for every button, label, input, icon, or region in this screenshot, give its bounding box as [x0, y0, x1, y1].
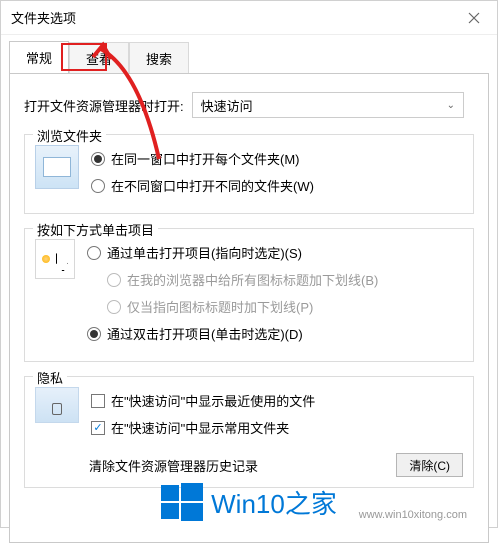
close-button[interactable] [451, 1, 497, 35]
browse-fieldset: 浏览文件夹 在同一窗口中打开每个文件夹(M) 在不同窗口中打开不同的文件夹(W) [24, 134, 474, 214]
titlebar: 文件夹选项 [1, 1, 497, 35]
folder-options-dialog: 文件夹选项 常规 查看 搜索 打开文件资源管理器时打开: 快速访问 ⌄ 浏览文件… [0, 0, 498, 528]
check-recent-files[interactable]: 在"快速访问"中显示最近使用的文件 [91, 391, 463, 410]
open-explorer-label: 打开文件资源管理器时打开: [24, 96, 184, 115]
tab-general[interactable]: 常规 [9, 41, 69, 74]
combo-value: 快速访问 [201, 96, 253, 115]
tab-search[interactable]: 搜索 [129, 42, 189, 75]
radio-underline-all: 在我的浏览器中给所有图标标题加下划线(B) [107, 270, 463, 289]
open-explorer-row: 打开文件资源管理器时打开: 快速访问 ⌄ [24, 92, 474, 118]
radio-new-window[interactable]: 在不同窗口中打开不同的文件夹(W) [91, 176, 463, 195]
privacy-fieldset: 隐私 在"快速访问"中显示最近使用的文件 ✓在"快速访问"中显示常用文件夹 清除… [24, 376, 474, 488]
tab-view[interactable]: 查看 [69, 42, 129, 75]
click-legend: 按如下方式单击项目 [33, 220, 158, 239]
radio-underline-hover: 仅当指向图标标题时加下划线(P) [107, 297, 463, 316]
clear-button[interactable]: 清除(C) [396, 453, 463, 477]
privacy-icon [35, 387, 79, 423]
radio-double-click[interactable]: 通过双击打开项目(单击时选定)(D) [87, 324, 463, 343]
browse-folder-icon [35, 145, 79, 189]
tab-panel-general: 打开文件资源管理器时打开: 快速访问 ⌄ 浏览文件夹 在同一窗口中打开每个文件夹… [9, 73, 489, 543]
cursor-icon [35, 239, 75, 279]
browse-legend: 浏览文件夹 [33, 126, 106, 145]
radio-same-window[interactable]: 在同一窗口中打开每个文件夹(M) [91, 149, 463, 168]
clear-label: 清除文件资源管理器历史记录 [89, 456, 258, 475]
dialog-title: 文件夹选项 [11, 8, 451, 27]
chevron-down-icon: ⌄ [447, 100, 455, 111]
close-icon [468, 12, 480, 24]
privacy-legend: 隐私 [33, 368, 67, 387]
radio-single-click[interactable]: 通过单击打开项目(指向时选定)(S) [87, 243, 463, 262]
click-fieldset: 按如下方式单击项目 通过单击打开项目(指向时选定)(S) 在我的浏览器中给所有图… [24, 228, 474, 362]
check-frequent-folders[interactable]: ✓在"快速访问"中显示常用文件夹 [91, 418, 463, 437]
open-explorer-combo[interactable]: 快速访问 ⌄ [192, 92, 464, 118]
tabs: 常规 查看 搜索 [1, 35, 497, 74]
